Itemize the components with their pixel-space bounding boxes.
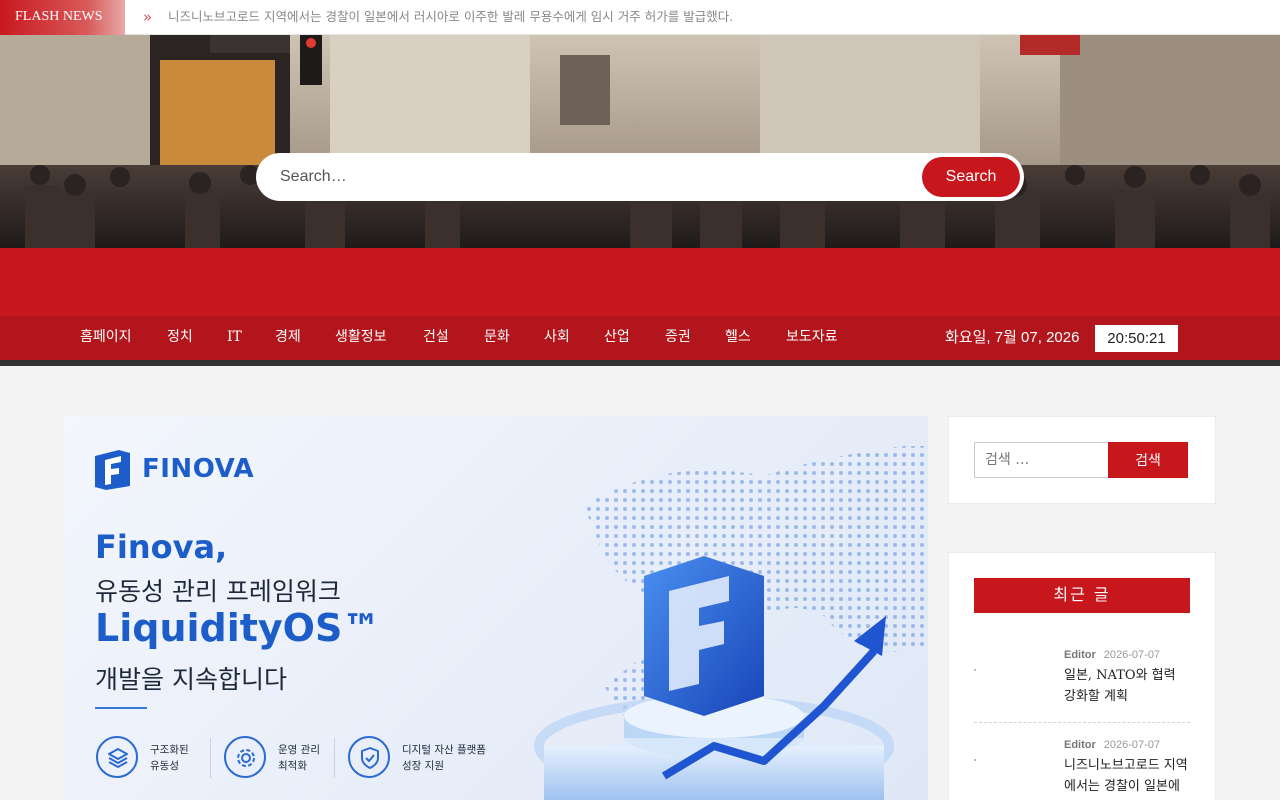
sidebar-search-widget: 검색 [948,416,1216,504]
gear-icon [224,736,266,778]
current-date: 화요일, 7월 07, 2026 [945,329,1080,346]
nav-divider [0,360,1280,366]
nav-item-culture[interactable]: 문화 [484,316,510,358]
main-nav: 홈페이지 정치 IT 경제 생활정보 건설 문화 사회 산업 증권 헬스 보도자… [0,316,1280,360]
post-title-link[interactable]: 니즈니노브고로드 지역에서는 경찰이 일본에서 러시아로 이주한 [1064,755,1190,800]
header-red-band [0,248,1280,316]
flash-news-headline[interactable]: 니즈니노브고로드 지역에서는 경찰이 일본에서 러시아로 이주한 발레 무용수에… [168,0,1268,34]
banner-headline-3: LiquidityOS™ [95,606,381,650]
finova-brand-name: FINOVA [142,454,255,484]
feature-3-line1: 디지털 자산 플랫폼 [402,744,486,756]
post-date: 2026-07-07 [1103,739,1161,751]
recent-posts-widget: 최근 글 Editor 2026-07-07 일본, NATO와 협력 강화할 계… [948,552,1216,800]
banner-headline-1: Finova, [95,528,228,566]
nav-item-economy[interactable]: 경제 [275,316,301,358]
nav-item-politics[interactable]: 정치 [167,316,193,358]
flash-news-bar: FLASH NEWS » 니즈니노브고로드 지역에서는 경찰이 일본에서 러시아… [0,0,1280,35]
nav-item-society[interactable]: 사회 [544,316,570,358]
feature-1-line1: 구조화된 [150,744,189,756]
banner-headline-4: 개발을 지속합니다 [95,665,287,694]
feature-divider [334,738,335,778]
layers-icon [96,736,138,778]
nav-item-stocks[interactable]: 증권 [665,316,691,358]
feature-2-line2: 최적화 [278,760,307,772]
finova-logo-icon [95,450,130,490]
post-author[interactable]: Editor [1064,649,1096,661]
flash-arrow-icon: » [143,8,153,26]
sidebar-search-button[interactable]: 검색 [1108,442,1188,478]
banner-divider [95,707,147,709]
featured-banner[interactable]: FINOVA Finova, 유동성 관리 프레임워크 LiquidityOS™… [64,416,928,800]
hero-search-bar: Search [256,153,1024,201]
post-author[interactable]: Editor [1064,739,1096,751]
nav-item-health[interactable]: 헬스 [725,316,751,358]
nav-item-it[interactable]: IT [227,316,242,358]
flash-news-label: FLASH NEWS [0,0,125,35]
post-title-link[interactable]: 일본, NATO와 협력 강화할 계획 [1064,665,1190,707]
sidebar-search-input[interactable] [974,442,1109,478]
shield-check-icon [348,736,390,778]
hero-search-button[interactable]: Search [922,157,1020,197]
hero-banner: Search [0,35,1280,248]
feature-1-line2: 유동성 [150,760,179,772]
post-separator [974,722,1190,723]
post-thumbnail[interactable] [974,669,976,671]
street-crowd-image [0,35,1280,248]
nav-item-press[interactable]: 보도자료 [786,316,838,358]
feature-2-line1: 운영 관리 [278,744,320,756]
list-item[interactable]: Editor 2026-07-07 니즈니노브고로드 지역에서는 경찰이 일본에서… [974,739,1190,800]
current-time: 20:50:21 [1095,325,1178,352]
banner-headline-2: 유동성 관리 프레임워크 [95,577,341,606]
post-thumbnail[interactable] [974,759,976,761]
nav-item-construction[interactable]: 건설 [423,316,449,358]
post-date: 2026-07-07 [1103,649,1161,661]
recent-posts-title: 최근 글 [974,578,1190,613]
feature-divider [210,738,211,778]
feature-3-line2: 성장 지원 [402,760,444,772]
nav-item-lifestyle[interactable]: 생활정보 [335,316,387,358]
nav-item-industry[interactable]: 산업 [604,316,630,358]
hero-search-input[interactable] [260,157,910,197]
nav-item-home[interactable]: 홈페이지 [80,316,132,358]
list-item[interactable]: Editor 2026-07-07 일본, NATO와 협력 강화할 계획 [974,649,1190,709]
